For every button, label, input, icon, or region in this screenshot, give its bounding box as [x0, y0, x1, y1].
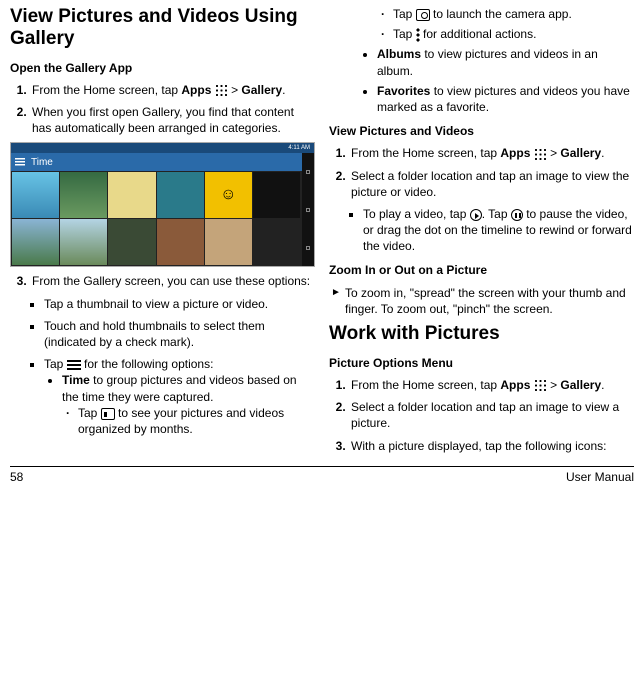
option-favorites: Favorites to view pictures and videos yo…: [377, 83, 634, 115]
step-3-list: From the Gallery screen, you can use the…: [10, 273, 315, 289]
continued-options: Albums to view pictures and videos in an…: [329, 46, 634, 115]
subitem-camera: Tap to launch the camera app.: [393, 6, 634, 22]
open-app-steps: From the Home screen, tap Apps > Gallery…: [10, 82, 315, 137]
gallery-screenshot: 4:11 AM Time: [10, 142, 315, 267]
step-2: When you first open Gallery, you find th…: [30, 104, 315, 136]
heading-gallery: View Pictures and Videos Using Gallery: [10, 6, 315, 50]
picture-options-steps: From the Home screen, tap Apps > Gallery…: [329, 377, 634, 454]
continued-subitems: Tap to launch the camera app. Tap for ad…: [329, 6, 634, 42]
option-hold: Touch and hold thumbnails to select them…: [44, 318, 315, 350]
apps-grid-icon: [534, 148, 547, 161]
play-icon: [470, 209, 482, 221]
view-steps: From the Home screen, tap Apps > Gallery…: [329, 145, 634, 200]
option-albums: Albums to view pictures and videos in an…: [377, 46, 634, 78]
pause-icon: [511, 209, 523, 221]
camera-icon: [416, 9, 430, 21]
po-step-1: From the Home screen, tap Apps > Gallery…: [349, 377, 634, 393]
subheading-view: View Pictures and Videos: [329, 123, 634, 139]
hamburger-icon: [15, 158, 25, 166]
view-step-2: Select a folder location and tap an imag…: [349, 168, 634, 200]
menu-suboptions: Time to group pictures and videos based …: [44, 372, 315, 437]
zoom-list: To zoom in, "spread" the screen with you…: [329, 285, 634, 317]
subheading-open-app: Open the Gallery App: [10, 60, 315, 76]
time-subitems: Tap to see your pictures and videos orga…: [62, 405, 315, 437]
option-thumbnail: Tap a thumbnail to view a picture or vid…: [44, 296, 315, 312]
heading-work-pictures: Work with Pictures: [329, 323, 634, 345]
apps-grid-icon: [215, 84, 228, 97]
zoom-item: To zoom in, "spread" the screen with you…: [345, 285, 634, 317]
gallery-options: Tap a thumbnail to view a picture or vid…: [10, 296, 315, 438]
status-bar: 4:11 AM: [11, 143, 314, 153]
menu-bars-icon: [67, 360, 81, 370]
page-number: 58: [10, 469, 23, 485]
play-video-item: To play a video, tap . Tap to pause the …: [363, 206, 634, 255]
po-step-3: With a picture displayed, tap the follow…: [349, 438, 634, 454]
step-1: From the Home screen, tap Apps > Gallery…: [30, 82, 315, 98]
view-step-1: From the Home screen, tap Apps > Gallery…: [349, 145, 634, 161]
step-3: From the Gallery screen, you can use the…: [30, 273, 315, 289]
subheading-zoom: Zoom In or Out on a Picture: [329, 262, 634, 278]
app-bar-title: Time: [31, 156, 53, 170]
month-view-icon: [101, 408, 115, 420]
po-step-2: Select a folder location and tap an imag…: [349, 399, 634, 431]
right-column: Tap to launch the camera app. Tap for ad…: [329, 6, 634, 460]
subheading-picture-options: Picture Options Menu: [329, 355, 634, 371]
apps-grid-icon: [534, 379, 547, 392]
subitem-month: Tap to see your pictures and videos orga…: [78, 405, 315, 437]
option-menu: Tap for the following options: Time to g…: [44, 356, 315, 437]
footer-label: User Manual: [566, 469, 634, 485]
option-time: Time to group pictures and videos based …: [62, 372, 315, 437]
left-column: View Pictures and Videos Using Gallery O…: [10, 6, 315, 460]
play-video-list: To play a video, tap . Tap to pause the …: [329, 206, 634, 255]
app-bar: Time: [11, 153, 314, 171]
subitem-more: Tap for additional actions.: [393, 26, 634, 42]
page-body: View Pictures and Videos Using Gallery O…: [0, 0, 644, 462]
thumbnail-grid: [11, 171, 314, 266]
page-footer: 58 User Manual: [10, 466, 634, 485]
nav-bar: [302, 153, 314, 266]
